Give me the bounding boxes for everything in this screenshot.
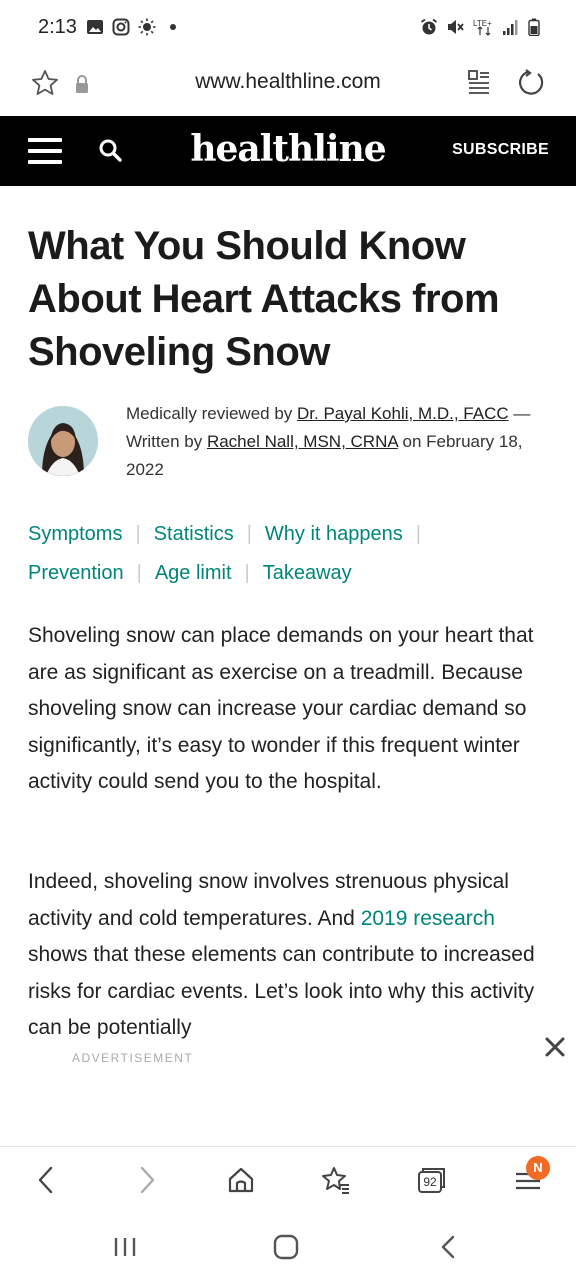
notification-badge: N <box>526 1156 550 1180</box>
advertisement-label: ADVERTISEMENT <box>72 1051 194 1065</box>
dot-icon <box>170 24 176 30</box>
tabs-button[interactable]: 92 <box>416 1165 446 1195</box>
table-of-contents: Symptoms | Statistics | Why it happens | Preve… <box>28 515 548 593</box>
bookmarks-icon[interactable] <box>321 1165 351 1195</box>
instagram-icon <box>112 18 130 36</box>
research-link[interactable]: 2019 research <box>361 907 495 930</box>
brightness-icon <box>138 18 156 36</box>
subscribe-button[interactable]: SUBSCRIBE <box>452 141 549 159</box>
tab-count: 92 <box>423 1175 437 1189</box>
lte-icon: LTE+ <box>473 19 492 36</box>
gallery-icon <box>87 20 103 34</box>
article-paragraph-1: Shoveling snow can place demands on your… <box>28 624 534 793</box>
toc-separator: | <box>244 562 250 584</box>
byline-reviewed-prefix: Medically reviewed by <box>126 404 298 423</box>
toc-separator: | <box>415 523 421 545</box>
browser-url-bar: www.healthline.com <box>0 58 576 116</box>
forward-icon[interactable] <box>131 1165 161 1195</box>
byline: Medically reviewed by Dr. Payal Kohli, M… <box>126 400 546 484</box>
toc-prevention[interactable]: Prevention <box>28 554 124 593</box>
mute-icon <box>448 20 464 34</box>
home-icon[interactable] <box>226 1165 256 1195</box>
svg-text:LTE+: LTE+ <box>473 19 492 28</box>
reviewer-avatar <box>28 406 98 476</box>
ad-close-icon[interactable] <box>544 1036 566 1058</box>
system-back-icon[interactable] <box>436 1234 462 1260</box>
article-paragraph-2: Indeed, shoveling snow involves strenuou… <box>28 864 552 1044</box>
toc-why-it-happens[interactable]: Why it happens <box>265 515 403 554</box>
toc-symptoms[interactable]: Symptoms <box>28 515 122 554</box>
toc-statistics[interactable]: Statistics <box>154 515 234 554</box>
avatar-photo <box>28 406 98 476</box>
toc-separator: | <box>246 523 252 545</box>
toc-age-limit[interactable]: Age limit <box>155 554 232 593</box>
battery-icon <box>528 18 540 36</box>
status-bar: 2:13 LTE+ <box>0 0 576 58</box>
recent-apps-icon[interactable] <box>112 1234 138 1260</box>
article-title: What You Should Know About Heart Attacks… <box>28 224 500 374</box>
status-right-icons: LTE+ <box>420 18 540 36</box>
reader-mode-icon[interactable] <box>468 70 490 94</box>
para2-end: shows that these elements can contribute… <box>28 943 535 1039</box>
toc-separator: | <box>135 523 141 545</box>
signal-icon <box>503 20 518 35</box>
alarm-icon <box>420 18 438 35</box>
toc-separator: | <box>136 562 142 584</box>
status-time: 2:13 <box>38 16 77 38</box>
reviewer-link[interactable]: Dr. Payal Kohli, M.D., FACC <box>297 404 509 423</box>
byline-on: on <box>397 432 427 451</box>
reload-icon[interactable] <box>516 68 546 98</box>
site-header: healthline SUBSCRIBE <box>0 116 576 186</box>
back-icon[interactable] <box>32 1165 62 1195</box>
status-left-icons <box>86 18 182 36</box>
toc-takeaway[interactable]: Takeaway <box>263 554 352 593</box>
browser-bottom-nav: 92 <box>0 1146 576 1216</box>
author-link[interactable]: Rachel Nall, MSN, CRNA <box>207 432 398 451</box>
android-nav-bar <box>0 1216 576 1280</box>
home-button-icon[interactable] <box>273 1234 299 1260</box>
